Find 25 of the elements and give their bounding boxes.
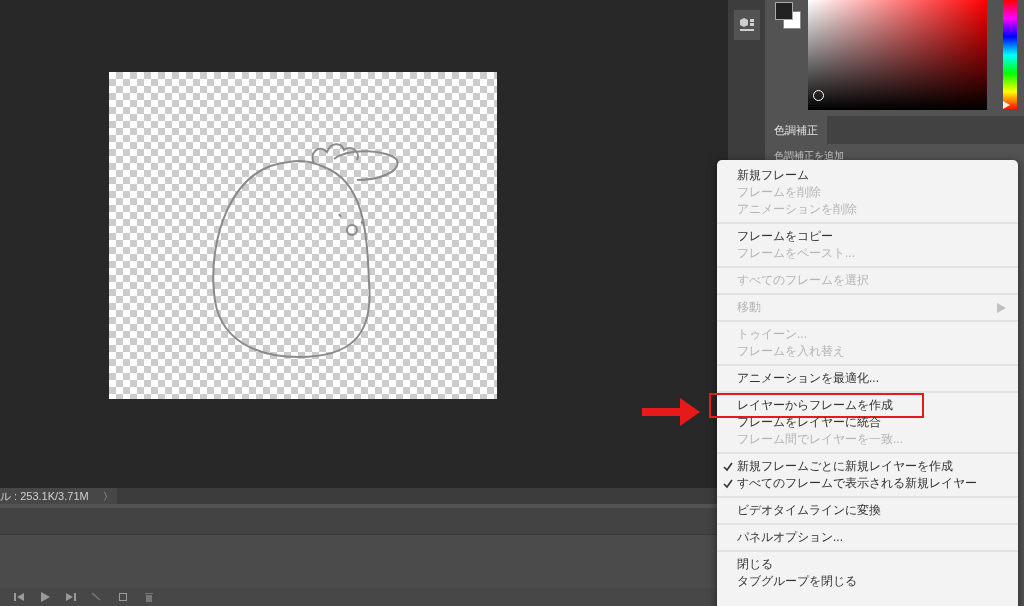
menu-item[interactable]: フレームをコピー [737,228,833,245]
hue-slider-pointer[interactable] [1003,100,1010,109]
play-icon[interactable] [38,590,52,604]
pointer-arrow-icon [640,395,702,429]
adjustments-tab[interactable]: 色調補正 [765,116,827,144]
color-picker-field[interactable] [808,0,987,110]
previous-frame-icon[interactable] [12,590,26,604]
menu-item[interactable]: すべてのフレームで表示される新規レイヤー [737,475,977,492]
menu-item[interactable]: ビデオタイムラインに変換 [737,502,881,519]
menu-item[interactable]: レイヤーからフレームを作成 [737,397,893,414]
trash-icon[interactable] [142,590,156,604]
status-arrow[interactable]: 〉 [103,488,113,504]
menu-item[interactable]: フレームをレイヤーに統合 [737,414,881,431]
color-swatches-drawing[interactable] [775,2,801,29]
menu-item[interactable]: 新規フレームごとに新規レイヤーを作成 [737,458,953,475]
hue-slider[interactable] [1003,0,1017,110]
menu-item[interactable]: 新規フレーム [737,167,809,184]
menu-item[interactable]: パネルオプション... [737,529,843,546]
3d-cube-icon[interactable] [738,18,755,32]
next-frame-icon[interactable] [64,590,78,604]
document-size-text: ル : 253.1K/3.71M [0,488,89,504]
menu-item[interactable]: アニメーションを最適化... [737,370,879,387]
menu-item[interactable]: タブグループを閉じる [737,573,857,590]
new-frame-icon[interactable] [116,590,130,604]
menu-item[interactable]: 閉じる [737,556,773,573]
